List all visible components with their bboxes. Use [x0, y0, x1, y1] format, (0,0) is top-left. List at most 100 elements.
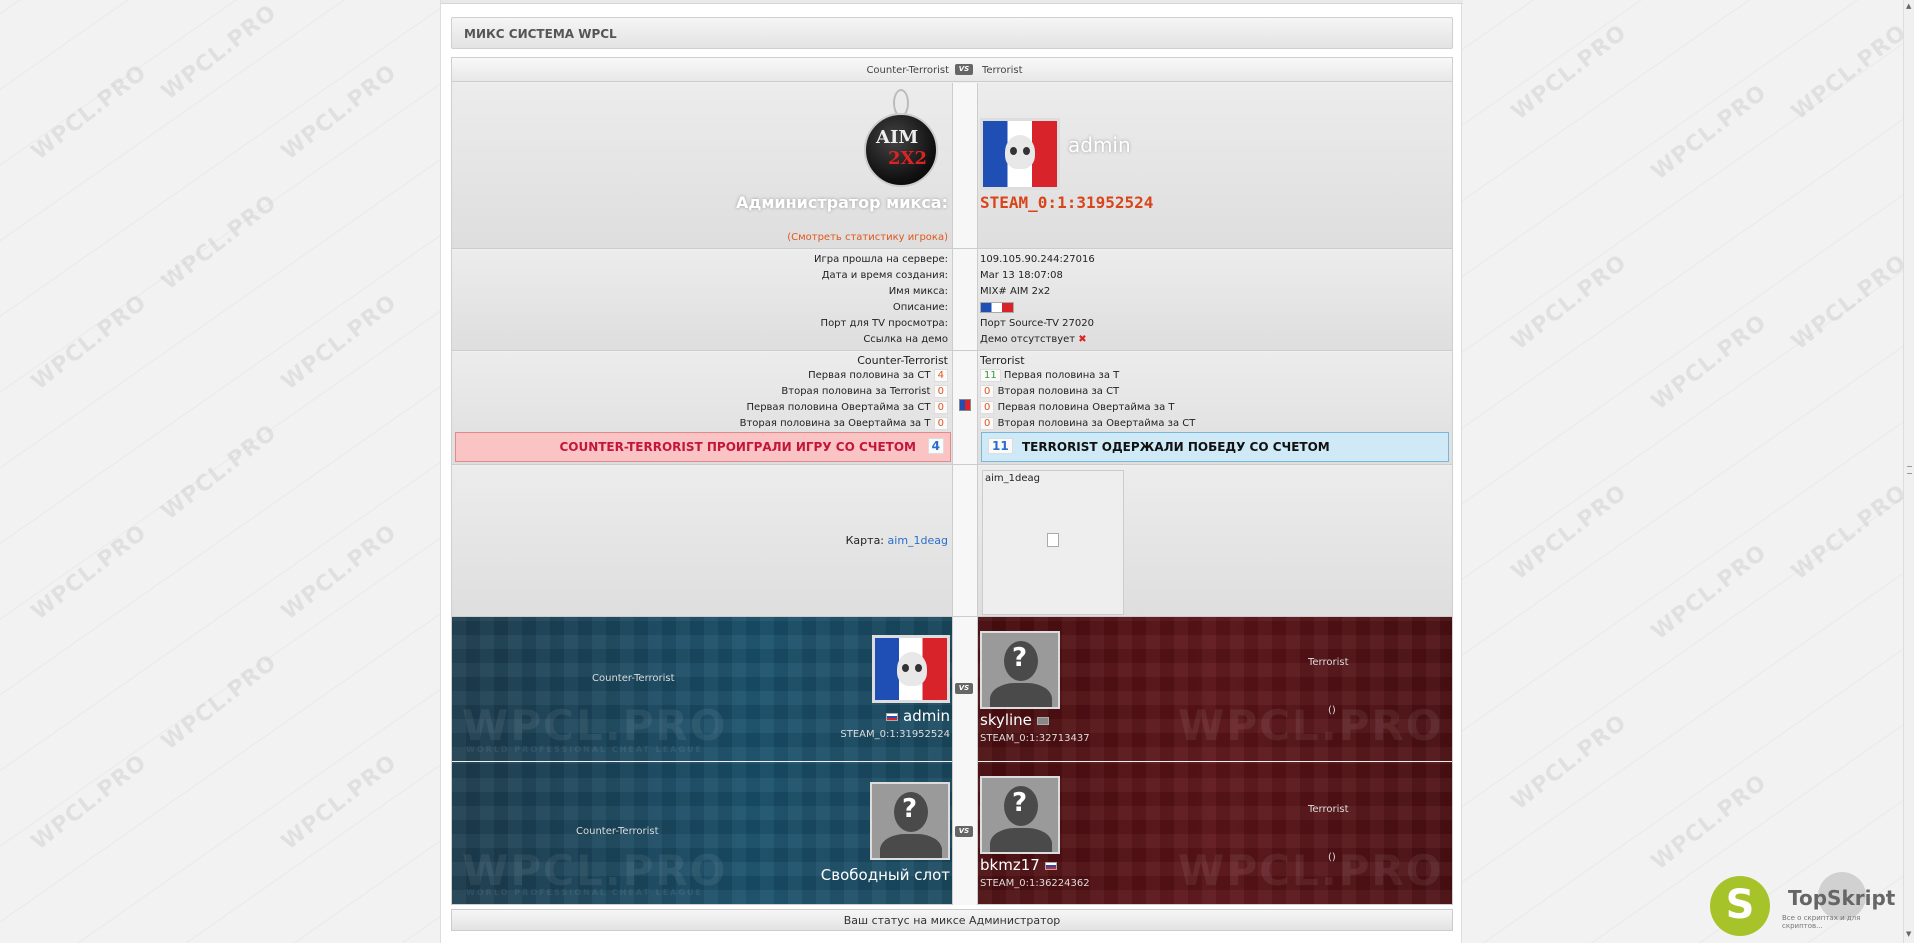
- info-label-name: Имя микса:: [888, 286, 948, 297]
- t-player-steam: STEAM_0:1:36224362: [980, 878, 1090, 889]
- player-avatar[interactable]: [872, 635, 950, 703]
- info-label-desc: Описание:: [892, 302, 948, 313]
- player-avatar-unknown[interactable]: ?: [870, 782, 950, 860]
- map-thumbnail[interactable]: aim_1deag: [982, 470, 1124, 615]
- watermark: WPCL.PRO: [1507, 249, 1632, 356]
- watermark: WPCL.PRO: [27, 289, 152, 396]
- ct-score-row: Вторая половина за Terrorist 0: [781, 385, 948, 398]
- ct-slot-team-label: Counter-Terrorist: [576, 826, 659, 837]
- t-result-banner: 11 TERRORIST ОДЕРЖАЛИ ПОБЕДУ СО СЧЕТОМ: [981, 432, 1449, 462]
- broken-image-icon: [1047, 533, 1059, 547]
- wpcl-tagline: WORLD PROFESSIONAL CHEAT LEAGUE: [466, 888, 703, 897]
- watermark: WPCL.PRO: [1507, 19, 1632, 126]
- info-label-date: Дата и время создания:: [821, 270, 948, 281]
- vs-icon: VS: [955, 826, 973, 837]
- ct-score-row: Первая половина за CT 4: [808, 369, 948, 382]
- ru-flag-icon: [1044, 861, 1057, 870]
- wpcl-logo: WPCL.PRO: [1178, 846, 1444, 895]
- admin-name: admin: [1068, 133, 1131, 157]
- t-player-name[interactable]: bkmz17: [980, 856, 1057, 874]
- watermark: WPCL.PRO: [1787, 479, 1912, 586]
- watermark: WPCL.PRO: [1507, 479, 1632, 586]
- vs-icon: VS: [955, 64, 973, 75]
- t-team-link[interactable]: Terrorist: [980, 354, 1025, 367]
- topskript-name: TopSkript: [1788, 886, 1896, 910]
- watermark: WPCL.PRO: [27, 749, 152, 856]
- vertical-scrollbar[interactable]: ▲ ▼: [1903, 0, 1914, 943]
- scroll-grip[interactable]: [1907, 466, 1912, 474]
- topskript-logo-icon: S: [1710, 876, 1770, 936]
- watermark: WPCL.PRO: [1647, 79, 1772, 186]
- t-slot-score: (): [1328, 705, 1336, 716]
- ct-score-row: Вторая половина за Овертайма за T 0: [740, 417, 948, 430]
- info-label-server: Игра прошла на сервере:: [814, 254, 948, 265]
- player-avatar-unknown[interactable]: ?: [980, 776, 1060, 854]
- ct-player-name[interactable]: admin: [886, 707, 950, 725]
- watermark: WPCL.PRO: [1507, 709, 1632, 816]
- map-name-link[interactable]: aim_1deag: [888, 534, 948, 547]
- t-player-steam: STEAM_0:1:32713437: [980, 733, 1090, 744]
- user-status-bar: Ваш статус на миксе Администратор: [451, 909, 1453, 931]
- watermark: WPCL.PRO: [1647, 539, 1772, 646]
- admin-title: Администратор микса:: [736, 193, 948, 212]
- ru-flag-icon: [886, 712, 899, 721]
- ct-slot-team-label: Counter-Terrorist: [592, 673, 675, 684]
- watermark: WPCL.PRO: [277, 519, 402, 626]
- topskript-badge[interactable]: S TopSkript Все о скриптах и для скрипто…: [1710, 872, 1900, 938]
- t-slot-team-label: Terrorist: [1308, 804, 1349, 815]
- page-title: МИКС СИСТЕМА WPCL: [451, 17, 1453, 49]
- info-value-date: Mar 13 18:07:08: [980, 270, 1063, 281]
- t-slot-1: WPCL.PRO ? skyline STEAM_0:1:32713437 Te…: [978, 617, 1452, 761]
- admin-left-pane: AIM 2X2 Администратор микса: (Смотреть с…: [452, 83, 952, 248]
- t-slot-score: (): [1328, 852, 1336, 863]
- header-ct-label: Counter-Terrorist: [866, 65, 949, 76]
- free-slot-label[interactable]: Свободный слот: [821, 866, 950, 884]
- wpcl-logo: WPCL.PRO: [1178, 701, 1444, 750]
- t-score-row: 0 Вторая половина за Овертайма за CT: [980, 417, 1195, 430]
- watermark: WPCL.PRO: [277, 749, 402, 856]
- admin-section: AIM 2X2 Администратор микса: (Смотреть с…: [452, 83, 1452, 249]
- ct-slot-1: WPCL.PRO WORLD PROFESSIONAL CHEAT LEAGUE…: [452, 617, 952, 761]
- ct-team-link[interactable]: Counter-Terrorist: [857, 354, 948, 367]
- watermark: WPCL.PRO: [1787, 19, 1912, 126]
- topskript-tagline: Все о скриптах и для скриптов...: [1782, 914, 1861, 930]
- scores-section: Counter-Terrorist Первая половина за CT …: [452, 352, 1452, 465]
- watermark: WPCL.PRO: [1787, 249, 1912, 356]
- scroll-up-icon[interactable]: ▲: [1906, 2, 1911, 10]
- t-score-row: 0 Первая половина Овертайма за T: [980, 401, 1175, 414]
- watermark: WPCL.PRO: [157, 419, 282, 526]
- aim-logo: AIM 2X2: [864, 113, 938, 187]
- server-address-link[interactable]: 109.105.90.244:27016: [980, 254, 1095, 265]
- team-swap-icon: [959, 399, 971, 411]
- t-score-row: 0 Вторая половина за CT: [980, 385, 1119, 398]
- map-label: Карта: aim_1deag: [845, 534, 948, 547]
- t-player-name[interactable]: skyline: [980, 711, 1049, 729]
- watermark: WPCL.PRO: [157, 0, 282, 106]
- info-label-tv-port: Порт для TV просмотра:: [820, 318, 948, 329]
- wpcl-tagline: WORLD PROFESSIONAL CHEAT LEAGUE: [466, 745, 703, 754]
- info-value-demo: Демо отсутствует ✖: [980, 334, 1087, 345]
- ct-result-banner: COUNTER-TERRORIST ПРОИГРАЛИ ИГРУ СО СЧЕТ…: [455, 432, 951, 462]
- player-stats-link[interactable]: (Смотреть статистику игрока): [787, 232, 948, 243]
- vs-icon: VS: [955, 683, 973, 694]
- header-t-label: Terrorist: [982, 65, 1023, 76]
- content-page: МИКС СИСТЕМА WPCL Counter-Terrorist VS T…: [440, 0, 1463, 943]
- watermark: WPCL.PRO: [277, 59, 402, 166]
- watermark: WPCL.PRO: [27, 59, 152, 166]
- description-flag-icon: [980, 302, 1014, 313]
- watermark: WPCL.PRO: [157, 189, 282, 296]
- t-slot-2: WPCL.PRO ? bkmz17 STEAM_0:1:36224362 Ter…: [978, 762, 1452, 904]
- no-demo-icon: ✖: [1078, 334, 1087, 345]
- t-slot-team-label: Terrorist: [1308, 657, 1349, 668]
- ct-score-row: Первая половина Овертайма за CT 0: [747, 401, 948, 414]
- admin-steam-id: STEAM_0:1:31952524: [980, 193, 1154, 212]
- info-value-desc: [980, 302, 1014, 314]
- watermark: WPCL.PRO: [157, 649, 282, 756]
- info-section: Игра прошла на сервере: Дата и время соз…: [452, 250, 1452, 351]
- mix-frame: Counter-Terrorist VS Terrorist AIM 2X2 А…: [451, 57, 1453, 905]
- admin-avatar[interactable]: [980, 118, 1060, 190]
- player-avatar-unknown[interactable]: ?: [980, 631, 1060, 709]
- info-value-name: MIX# AIM 2x2: [980, 286, 1051, 297]
- watermark: WPCL.PRO: [1647, 769, 1772, 876]
- scroll-down-icon[interactable]: ▼: [1906, 930, 1911, 938]
